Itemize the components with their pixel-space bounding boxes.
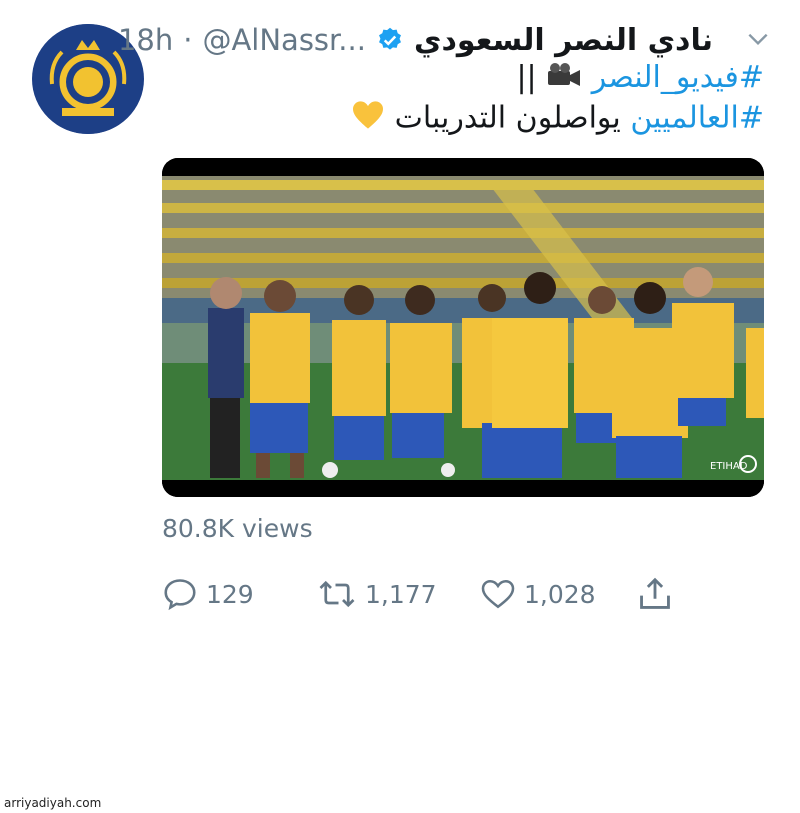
video-media[interactable]: ETIHAD [162,158,764,497]
site-watermark: arriyadiyah.com [4,796,102,810]
hashtag-video[interactable]: #فيديو_النصر [592,60,764,95]
display-name[interactable]: نادي النصر السعودي [414,23,713,58]
reply-button[interactable]: 129 [162,572,254,616]
reply-icon [164,579,196,611]
tweet-text-line-1: #فيديو_النصر || [516,60,764,97]
training-video-thumbnail: ETIHAD [162,158,764,497]
like-count: 1,028 [524,579,596,609]
tweet-text-suffix: || [516,60,537,95]
retweet-button[interactable]: 1,177 [317,572,437,616]
share-icon [640,577,670,609]
separator-dot: · [183,23,193,57]
verified-icon [378,27,401,50]
retweet-icon [319,580,355,608]
view-count: 80.8K views [162,514,313,543]
heart-icon [481,579,515,609]
yellow-heart-icon [351,100,385,138]
user-handle[interactable]: @AlNassr... [202,23,366,57]
movie-camera-icon [546,61,582,97]
tweet-text-line-2: #العالميين يواصلون التدريبات [351,100,764,138]
chevron-down-icon[interactable] [745,26,771,52]
hashtag-alalamiyeen[interactable]: #العالميين [630,101,764,136]
tweet-time[interactable]: 18h [118,23,173,57]
tweet-header: 18h · @AlNassr... نادي النصر السعودي [118,18,775,62]
reply-count: 129 [206,579,254,609]
like-button[interactable]: 1,028 [480,572,596,616]
share-button[interactable] [636,572,674,616]
tweet-actions: 129 1,177 1,028 [162,572,682,616]
retweet-count: 1,177 [365,579,437,609]
tweet-text-body: يواصلون التدريبات [385,100,621,136]
